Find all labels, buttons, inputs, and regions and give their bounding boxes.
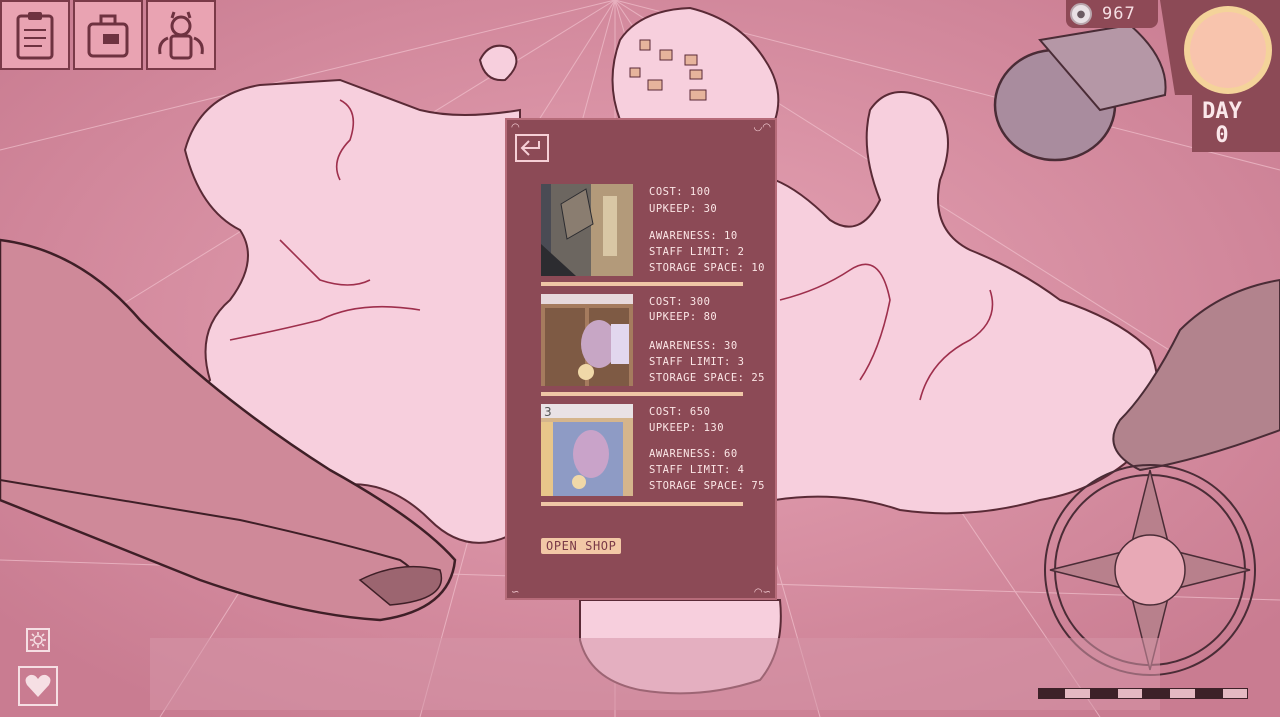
awareness-text: AWARENESS: 60 [649, 448, 738, 460]
staff-limit-text: STAFF LIMIT: 2 [649, 246, 745, 258]
storage-space-text: STORAGE SPACE: 10 [649, 262, 765, 274]
property-option-3[interactable]: 3 COST: 650 UPKEEP: 130 AWARENESS: 60 ST… [541, 404, 764, 514]
svg-text:3: 3 [544, 405, 552, 419]
clipboard-icon [16, 12, 54, 60]
progress-segment [1091, 689, 1116, 698]
awareness-text: AWARENESS: 10 [649, 230, 738, 242]
inventory-button[interactable] [73, 0, 143, 70]
corner-ornament: ◠∽ [753, 587, 771, 598]
progress-segment [1039, 689, 1064, 698]
coin-icon: ● [1070, 3, 1092, 25]
upkeep-text: UPKEEP: 80 [649, 311, 718, 323]
progress-segment [1065, 689, 1090, 698]
corner-ornament: ◡◠ [753, 122, 771, 133]
progress-segment [1222, 689, 1247, 698]
awareness-text: AWARENESS: 30 [649, 340, 738, 352]
day-value: 0 [1215, 123, 1229, 148]
property-option-1[interactable]: COST: 100 UPKEEP: 30 AWARENESS: 10 STAFF… [541, 184, 764, 294]
settings-button[interactable] [26, 628, 50, 652]
divider [541, 502, 743, 506]
storage-space-text: STORAGE SPACE: 25 [649, 372, 765, 384]
storage-space-text: STORAGE SPACE: 75 [649, 480, 765, 492]
cost-text: COST: 300 [649, 296, 711, 308]
progress-segment [1170, 689, 1195, 698]
currency-display: ● 967 [1066, 0, 1158, 28]
upkeep-text: UPKEEP: 30 [649, 203, 718, 215]
favorites-button[interactable] [18, 666, 58, 706]
staff-limit-text: STAFF LIMIT: 4 [649, 464, 745, 476]
property-thumbnail [541, 184, 633, 276]
currency-value: 967 [1102, 4, 1136, 24]
divider [541, 282, 743, 286]
progress-segment [1117, 689, 1142, 698]
day-label: DAY [1202, 99, 1242, 124]
return-arrow-icon [520, 140, 540, 156]
character-button[interactable] [146, 0, 216, 70]
cost-text: COST: 650 [649, 406, 711, 418]
property-purchase-panel: ◠ ◡◠ ∽ ◠∽ COST: 100 UPKEEP: 30 AWARENESS… [505, 118, 777, 600]
corner-ornament: ∽ [511, 587, 520, 598]
property-option-2[interactable]: COST: 300 UPKEEP: 80 AWARENESS: 30 STAFF… [541, 294, 764, 404]
property-thumbnail: 3 [541, 404, 633, 496]
day-time-progress [1038, 688, 1248, 699]
gear-icon [30, 632, 46, 648]
staff-limit-text: STAFF LIMIT: 3 [649, 356, 745, 368]
upkeep-text: UPKEEP: 130 [649, 422, 725, 434]
property-thumbnail [541, 294, 633, 386]
back-button[interactable] [515, 134, 549, 162]
corner-ornament: ◠ [511, 122, 520, 133]
cost-text: COST: 100 [649, 186, 711, 198]
open-shop-button[interactable]: OPEN SHOP [541, 538, 622, 554]
dialog-bar [150, 638, 1160, 710]
winged-character-icon [158, 11, 204, 60]
heart-icon [25, 674, 51, 697]
progress-segment [1196, 689, 1221, 698]
day-counter: DAY 0 [1192, 100, 1252, 148]
clipboard-button[interactable] [0, 0, 70, 70]
suitcase-icon [87, 14, 129, 58]
progress-segment [1144, 689, 1169, 698]
divider [541, 392, 743, 396]
